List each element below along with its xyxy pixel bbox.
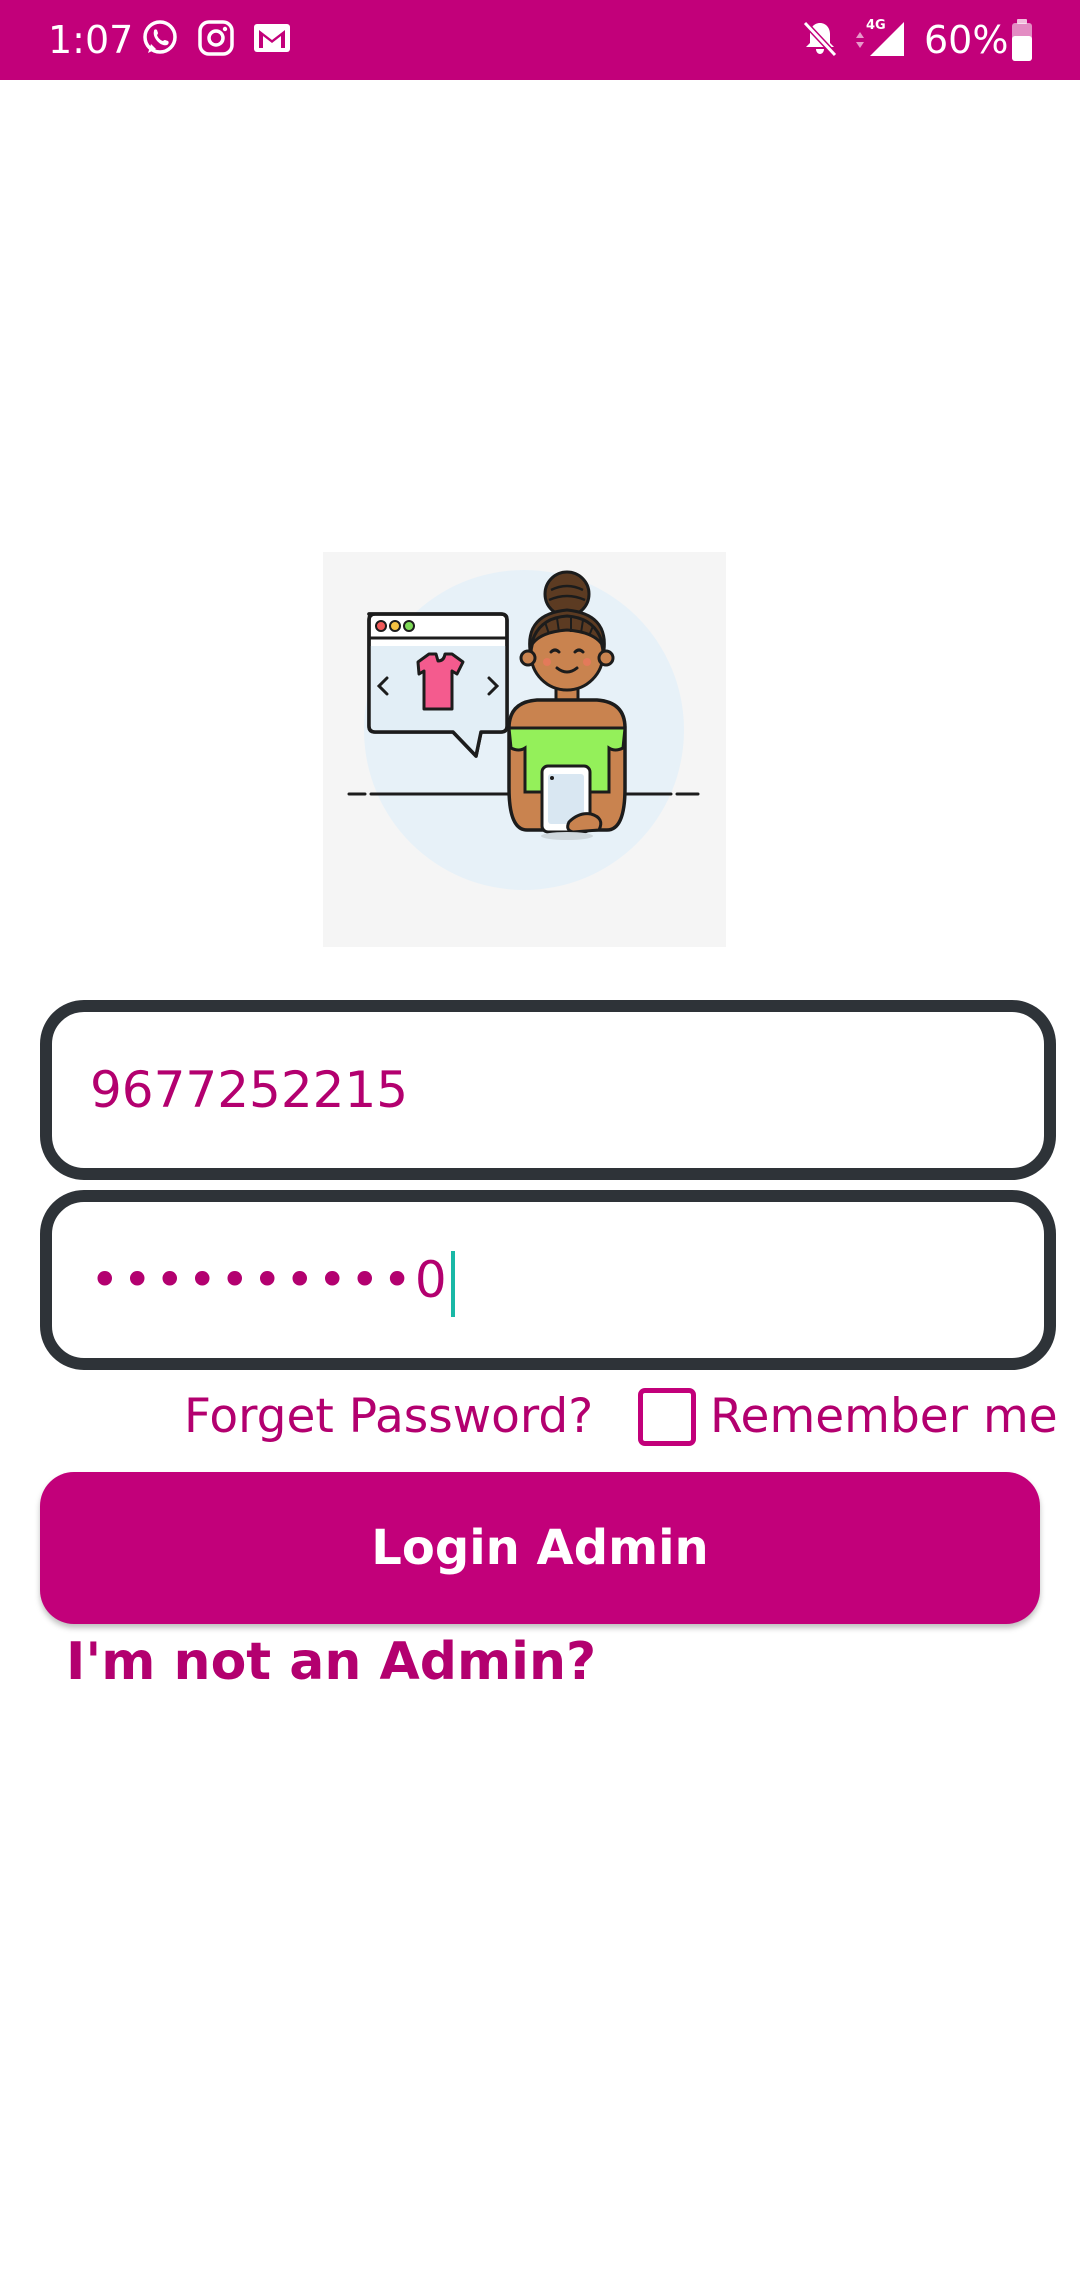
battery-icon <box>1012 19 1032 61</box>
shopping-woman-illustration <box>347 570 700 890</box>
not-admin-link[interactable]: I'm not an Admin? <box>66 1630 596 1694</box>
instagram-icon <box>198 20 234 56</box>
signal-icon: 4G <box>856 18 904 56</box>
password-input[interactable]: ••••••••••0 <box>40 1190 1056 1370</box>
text-cursor <box>450 1250 455 1317</box>
hero-illustration <box>323 552 726 947</box>
phone-input-value: 9677252215 <box>90 1061 409 1119</box>
status-bar: 1:07 4G 60% <box>0 0 1080 80</box>
phone-input[interactable]: 9677252215 <box>40 1000 1056 1180</box>
password-masked-value: ••••••••••0 <box>90 1251 450 1309</box>
status-time: 1:07 <box>48 18 134 62</box>
battery-percentage: 60% <box>924 18 1009 62</box>
login-admin-button[interactable]: Login Admin <box>40 1472 1040 1624</box>
gmail-icon <box>254 24 290 52</box>
password-input-value: ••••••••••0 <box>90 1202 455 1358</box>
remember-me-label[interactable]: Remember me <box>710 1388 1058 1446</box>
notifications-off-icon <box>802 20 838 58</box>
forget-password-link[interactable]: Forget Password? <box>184 1388 593 1446</box>
remember-me-checkbox[interactable] <box>638 1388 696 1446</box>
svg-text:4G: 4G <box>866 18 886 33</box>
whatsapp-icon <box>143 20 177 54</box>
